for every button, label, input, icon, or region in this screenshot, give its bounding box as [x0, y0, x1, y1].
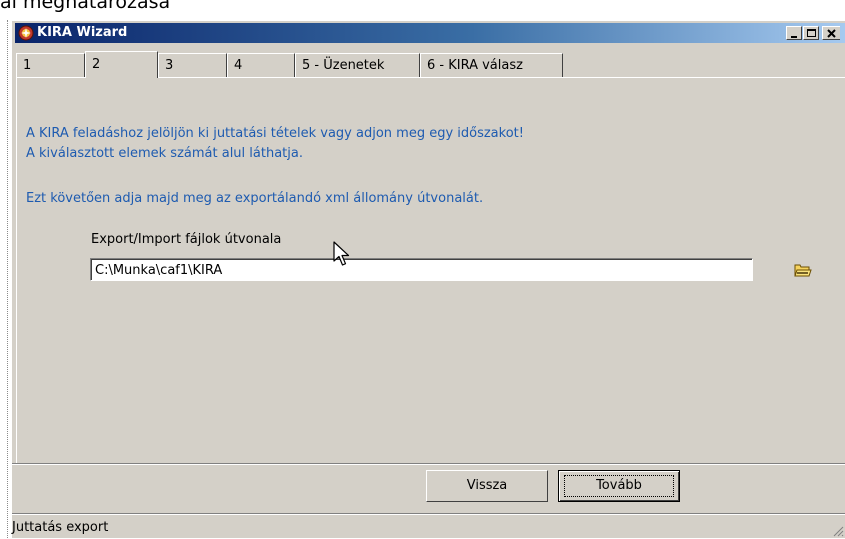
status-bar: Juttatás export [12, 517, 845, 539]
resize-grip-icon[interactable] [832, 525, 844, 537]
tab-6-kira-valasz[interactable]: 6 - KIRA válasz [420, 53, 563, 77]
back-button[interactable]: Vissza [426, 470, 548, 502]
next-button[interactable]: Tovább [558, 470, 680, 502]
tab-1[interactable]: 1 [16, 53, 85, 77]
kira-wizard-window: KIRA Wizard 1 2 3 4 5 - Üzenetek 6 - KIR… [11, 20, 845, 538]
mouse-pointer-icon [333, 241, 350, 266]
next-button-label: Tovább [596, 478, 642, 493]
maximize-button[interactable] [803, 26, 819, 40]
document-margin-line [7, 20, 8, 538]
export-path-field [90, 258, 812, 281]
info-text-line-1: A KIRA feladáshoz jelöljön ki juttatási … [26, 126, 524, 141]
maximize-icon [807, 29, 816, 37]
tab-3[interactable]: 3 [158, 53, 227, 77]
minimize-icon [791, 36, 797, 38]
status-text: Juttatás export [12, 520, 109, 535]
folder-open-icon[interactable] [794, 262, 812, 278]
export-path-label: Export/Import fájlok útvonala [91, 232, 282, 247]
export-path-input[interactable] [95, 261, 705, 279]
separator-bottom [12, 513, 845, 515]
tab-2[interactable]: 2 [85, 51, 158, 78]
close-icon [827, 29, 836, 38]
close-button[interactable] [822, 26, 840, 40]
separator-top [12, 463, 845, 465]
info-text-line-3: Ezt követően adja majd meg az exportálan… [26, 191, 484, 206]
title-bar[interactable]: KIRA Wizard [15, 23, 845, 43]
minimize-button[interactable] [786, 26, 802, 40]
tab-4[interactable]: 4 [227, 53, 295, 77]
window-title: KIRA Wizard [37, 25, 128, 40]
info-text-line-2: A kiválasztott elemek számát alul láthat… [26, 146, 303, 161]
tab-5-uzenetek[interactable]: 5 - Üzenetek [295, 53, 420, 77]
document-heading-fragment: al meghatározása [0, 0, 171, 13]
kira-app-icon[interactable] [18, 25, 34, 41]
